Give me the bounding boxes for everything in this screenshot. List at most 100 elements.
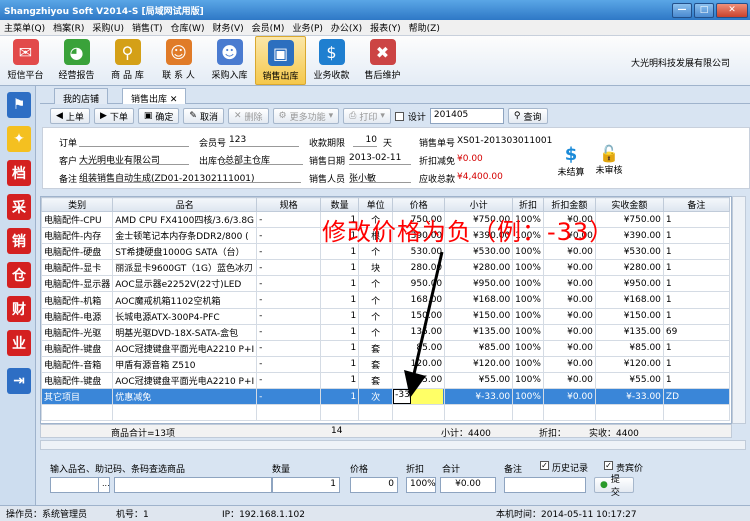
menu-finance[interactable]: 财务(V) [212,21,243,34]
table-cell[interactable]: 电脑配件-键盘 [41,371,114,390]
menu-main[interactable]: 主菜单(Q) [4,21,45,34]
table-row[interactable]: 电脑配件-显卡 丽派显卡9600GT（1G）蓝色冰刃 -1 块 280.00 ¥280.0… [41,259,730,277]
history-checkbox[interactable]: ✓ [540,461,549,470]
table-cell[interactable]: ¥120.00 [594,355,664,373]
table-cell[interactable]: - [256,275,322,293]
table-row[interactable]: 电脑配件-音箱 甲盾有源音箱 Z510-1 套 120.00 ¥120.00 100% ¥0… [41,355,730,373]
ribbon-report-button[interactable]: ◕ 经营报告 [51,36,102,85]
table-cell[interactable]: - [256,323,322,341]
goods-name-input[interactable] [114,477,272,493]
table-cell[interactable]: 1 [662,291,730,309]
minimize-button[interactable]: — [672,2,692,18]
table-cell[interactable]: 电脑配件-键盘 [41,339,114,357]
menu-warehouse[interactable]: 仓库(W) [171,21,205,34]
table-cell[interactable]: 100% [512,291,544,309]
table-cell[interactable]: 个 [358,307,394,325]
header-category[interactable]: 类别 [41,197,114,212]
table-cell[interactable]: 个 [358,323,394,341]
table-cell[interactable]: 1 [320,371,360,390]
table-cell[interactable]: - [256,227,322,245]
table-cell[interactable]: 块 [358,259,394,277]
table-cell[interactable]: 个 [358,291,394,309]
finance-side-icon[interactable]: 财 [7,296,31,322]
exit-icon[interactable]: ⇥ [7,368,31,394]
table-cell[interactable]: 100% [512,388,544,406]
menu-help[interactable]: 帮助(Z) [409,21,440,34]
table-cell[interactable]: 电脑配件-内存 [41,227,114,245]
table-cell[interactable]: ¥85.00 [444,339,514,357]
table-cell[interactable]: ¥135.00 [444,323,514,341]
horizontal-scrollbar[interactable] [40,440,746,450]
table-cell[interactable]: 100% [512,323,544,341]
table-cell[interactable]: ¥85.00 [594,339,664,357]
ribbon-sales-out-button[interactable]: ▣ 销售出库 [255,36,306,85]
table-cell[interactable]: 电脑配件-显卡 [41,259,114,277]
table-cell[interactable]: - [256,291,322,309]
query-button[interactable]: ⚲ 查询 [507,108,548,124]
menu-office[interactable]: 办公(X) [331,21,362,34]
header-discount-amount[interactable]: 折扣金额 [542,197,596,212]
maximize-button[interactable]: □ [694,2,714,18]
table-cell[interactable]: - [256,210,322,229]
flag-icon[interactable]: ⚑ [7,92,31,118]
table-cell[interactable]: 1 [662,210,730,229]
table-cell[interactable]: 优惠减免 [112,388,258,406]
table-cell[interactable]: 次 [358,388,394,406]
table-cell[interactable]: 丽派显卡9600GT（1G）蓝色冰刃 [112,259,258,277]
table-cell[interactable]: 电脑配件-电源 [41,307,114,325]
term-field[interactable]: 10 [353,135,377,147]
table-cell[interactable]: - [256,355,322,373]
table-cell[interactable]: ¥168.00 [444,291,514,309]
table-cell[interactable]: 1 [662,227,730,245]
table-cell[interactable]: 长城电源ATX-300P4-PFC [112,307,258,325]
table-cell[interactable]: ¥0.00 [542,371,596,390]
table-cell[interactable]: ¥0.00 [542,323,596,341]
table-cell[interactable]: 电脑配件-硬盘 [41,243,114,261]
warehouse-select[interactable]: 总部主仓库 [225,153,303,166]
table-cell[interactable]: ¥280.00 [444,259,514,277]
table-cell[interactable]: 甲盾有源音箱 Z510 [112,355,258,373]
table-cell[interactable]: 100% [512,339,544,357]
table-cell[interactable]: 1 [320,259,360,277]
table-cell[interactable]: 1 [320,307,360,325]
unaudit-button[interactable]: 🔓 未审核 [593,144,625,176]
table-cell[interactable]: 1 [320,388,360,406]
table-cell[interactable]: ¥280.00 [594,259,664,277]
price-input[interactable]: 0 [350,477,398,493]
table-cell[interactable]: 电脑配件-机箱 [41,291,114,309]
vertical-scrollbar[interactable] [732,196,746,424]
ribbon-sms-button[interactable]: ✉ 短信平台 [0,36,51,85]
table-cell[interactable]: AOC冠捷键盘平面光电A2210 P+I [112,371,258,390]
table-cell[interactable]: 100% [512,355,544,373]
table-cell[interactable]: ¥0.00 [542,275,596,293]
sales-side-icon[interactable]: 销 [7,228,31,254]
table-cell[interactable]: - [256,307,322,325]
table-cell[interactable]: 1 [662,355,730,373]
note-field[interactable]: 组装销售自动生成(ZD01-201302111001) [79,171,301,184]
menu-purchase[interactable]: 采购(U) [92,21,124,34]
menu-sales[interactable]: 销售(T) [132,21,163,34]
table-cell[interactable]: ¥55.00 [594,371,664,390]
header-discount[interactable]: 折扣 [512,197,544,212]
table-cell[interactable]: ¥168.00 [594,291,664,309]
submit-button[interactable]: ● 提交 [594,475,634,498]
cancel-button[interactable]: ✎ 取消 [183,108,224,124]
ribbon-service-button[interactable]: ✖ 售后维护 [357,36,408,85]
table-cell[interactable]: - [256,388,322,406]
table-cell[interactable]: 电脑配件-音箱 [41,355,114,373]
table-cell[interactable]: 1 [662,243,730,261]
design-checkbox[interactable] [394,111,404,121]
table-cell[interactable]: 100% [512,275,544,293]
header-unit[interactable]: 单位 [358,197,394,212]
table-cell[interactable]: AOC显示器e2252V(22寸)LED [112,275,258,293]
table-cell[interactable]: 1 [662,371,730,390]
prev-button[interactable]: ◀ 上单 [50,108,90,124]
table-cell[interactable]: 1 [320,275,360,293]
table-row[interactable]: 电脑配件-键盘 AOC冠捷键盘平面光电A2210 P+I -1 套 85.00 ¥85.0… [41,339,730,357]
bulb-icon[interactable]: ✦ [7,126,31,152]
table-cell[interactable]: AMD CPU FX4100四核/3.6/3.8G [112,210,258,229]
table-row-selected[interactable]: 其它项目 优惠减免 -1 次 -33 ¥-33.00 100% ¥0.00 ¥-33.00 ZD [41,388,730,406]
tab-my-store[interactable]: 我的店铺 [54,88,109,105]
table-cell[interactable]: ¥0.00 [542,355,596,373]
table-cell[interactable]: 1 [662,307,730,325]
